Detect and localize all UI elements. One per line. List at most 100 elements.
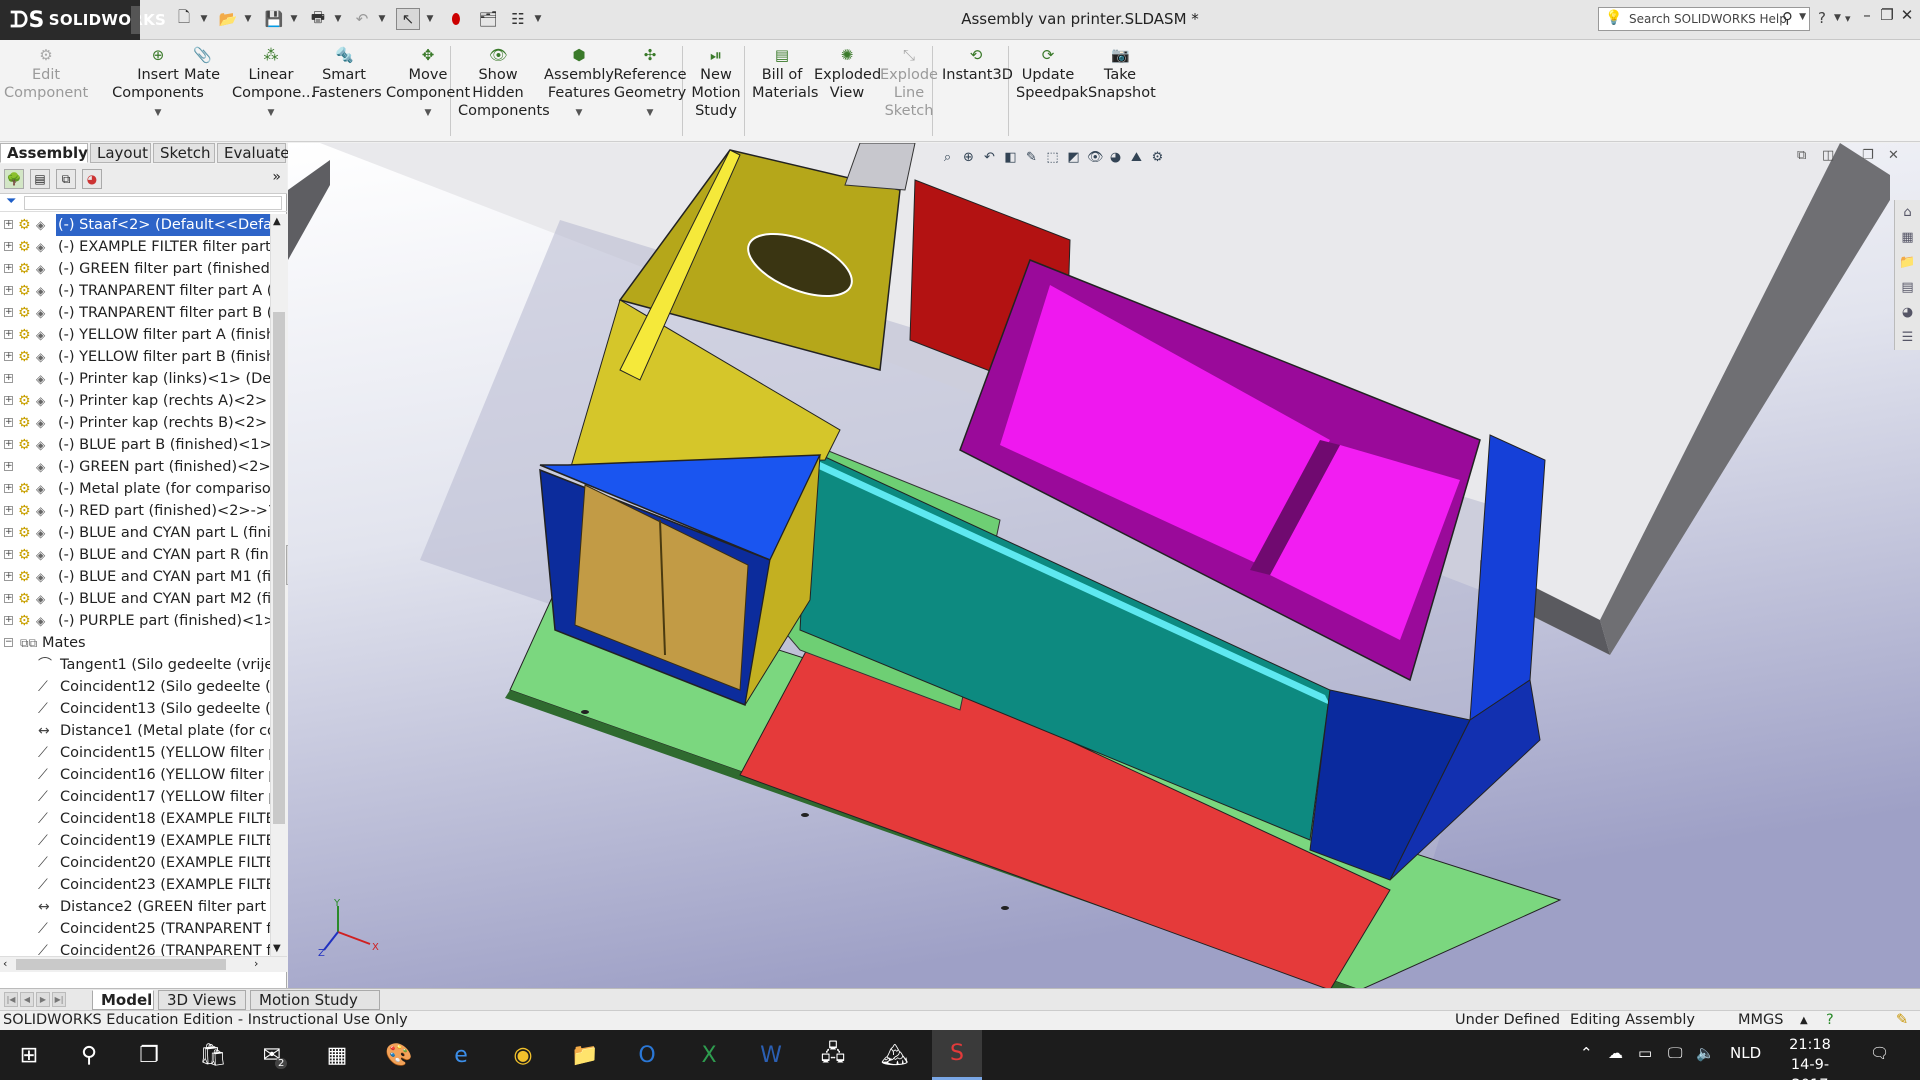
action-center-icon[interactable]: 🗨 (1870, 1044, 1889, 1062)
expand-toggle-icon[interactable]: + (4, 616, 13, 625)
viewport-close-icon[interactable]: ✕ (1888, 148, 1899, 163)
close-button[interactable]: ✕ (1894, 6, 1920, 30)
apply-scene-icon[interactable]: ⛰ (1129, 150, 1144, 170)
open-dropdown-icon[interactable]: ▼ (242, 8, 254, 30)
scroll-down-icon[interactable]: ▼ (273, 943, 281, 954)
battery-icon[interactable]: ▭ (1638, 1044, 1652, 1062)
tab-evaluate[interactable]: Evaluate (217, 143, 290, 163)
network-app-icon[interactable]: 🖧 (808, 1030, 858, 1080)
paint-icon[interactable]: 🎨 (374, 1030, 424, 1080)
expand-toggle-icon[interactable]: + (4, 484, 13, 493)
expand-toggle-icon[interactable]: + (4, 352, 13, 361)
tree-mate-item[interactable]: ⟋ Coincident12 (Silo gedeelte (vri (0, 676, 270, 698)
expand-toggle-icon[interactable]: + (4, 440, 13, 449)
units-dropdown-icon[interactable]: ▲ (1800, 1011, 1808, 1030)
expand-toggle-icon[interactable]: + (4, 506, 13, 515)
filter-input[interactable] (24, 196, 282, 210)
undo-icon[interactable]: ↶ (350, 8, 374, 30)
calculator-icon[interactable]: ▦ (312, 1030, 362, 1080)
expand-toggle-icon[interactable]: + (4, 286, 13, 295)
task-view-icon[interactable]: ❐ (124, 1030, 174, 1080)
scroll-left-icon[interactable]: ‹ (3, 957, 7, 970)
tab-nav-first-icon[interactable]: |◀ (4, 992, 18, 1007)
tree-mate-item[interactable]: ⟋ Coincident17 (YELLOW filter pa (0, 786, 270, 808)
linear-compone-button[interactable]: ⁂ Linear Compone... ▼ (232, 46, 315, 122)
tree-component-item[interactable]: + ⚙ ◈ (-) BLUE and CYAN part M2 (fini (0, 588, 270, 610)
tree-component-item[interactable]: + ⚙ ◈ (-) YELLOW filter part A (finishe (0, 324, 270, 346)
help-question-icon[interactable]: ? (1818, 9, 1826, 27)
store-icon[interactable]: 🛍 (188, 1030, 238, 1080)
viewport-tile-icon[interactable]: ⧉ (1797, 148, 1806, 163)
expand-toggle-icon[interactable]: + (4, 594, 13, 603)
mate-button[interactable]: 📎 Mate (178, 46, 226, 84)
command-dropdown-icon[interactable]: ▼ (542, 104, 616, 122)
select-arrow-icon[interactable]: ↖ (396, 8, 420, 30)
save-icon[interactable]: 💾 (262, 8, 286, 30)
assembly-features-button[interactable]: ⬢ Assembly Features ▼ (542, 46, 616, 122)
tree-mate-item[interactable]: ⟋ Coincident16 (YELLOW filter pa (0, 764, 270, 786)
photos-icon[interactable]: 🏔 (870, 1030, 920, 1080)
hscroll-thumb[interactable] (16, 959, 226, 970)
search-icon[interactable]: ⚲ (64, 1030, 114, 1080)
notification-icon[interactable]: ✎ (1896, 1011, 1908, 1030)
tab-model[interactable]: Model (92, 990, 154, 1010)
expand-toggle-icon[interactable]: + (4, 264, 13, 273)
help-dropdown-icon[interactable]: ▼ (1834, 13, 1841, 23)
tree-component-item[interactable]: + ⚙ ◈ (-) BLUE and CYAN part L (finish (0, 522, 270, 544)
mail-icon[interactable]: ✉ 2 (250, 1030, 300, 1080)
tree-mate-item[interactable]: ⟋ Coincident13 (Silo gedeelte (vri (0, 698, 270, 720)
tray-expand-icon[interactable]: ⌃ (1580, 1044, 1593, 1062)
display-manager-tab-icon[interactable]: ◕ (82, 169, 102, 189)
print-dropdown-icon[interactable]: ▼ (332, 8, 344, 30)
expand-toggle-icon[interactable]: + (4, 462, 13, 471)
scroll-up-icon[interactable]: ▲ (273, 216, 281, 227)
options-icon[interactable]: ☷ (506, 8, 530, 30)
expand-toggle-icon[interactable]: + (4, 550, 13, 559)
view-orientation-icon[interactable]: ⬚ (1045, 150, 1060, 170)
tree-component-item[interactable]: + ⚙ ◈ (-) BLUE part B (finished)<1> (D (0, 434, 270, 456)
expand-toggle-icon[interactable]: + (4, 220, 13, 229)
custom-properties-icon[interactable]: ☰ (1897, 326, 1918, 350)
viewport-split-icon[interactable]: ◫ (1822, 148, 1834, 163)
tree-component-item[interactable]: + ⚙ ◈ (-) Metal plate (for comparison) (0, 478, 270, 500)
tab-nav-next-icon[interactable]: ▶ (36, 992, 50, 1007)
tree-filter[interactable]: ⏷ (0, 194, 287, 212)
command-dropdown-icon[interactable]: ▼ (610, 104, 690, 122)
tab-nav-last-icon[interactable]: ▶| (52, 992, 66, 1007)
tree-component-item[interactable]: + ⚙ ◈ (-) EXAMPLE FILTER filter part (f (0, 236, 270, 258)
windows-start-icon[interactable]: ⊞ (4, 1030, 54, 1080)
save-dropdown-icon[interactable]: ▼ (288, 8, 300, 30)
zoom-to-fit-icon[interactable]: ⌕ (940, 150, 955, 170)
editing-status[interactable]: Editing Assembly (1570, 1011, 1695, 1030)
bill-of-materials-button[interactable]: ▤ Bill of Materials (752, 46, 818, 102)
dynamic-annotation-icon[interactable]: ✎ (1024, 150, 1039, 170)
command-dropdown-icon[interactable]: ▼ (112, 104, 204, 122)
assembly-model[interactable] (288, 143, 1920, 988)
rebuild-traffic-light-icon[interactable]: ⬮ (444, 8, 468, 30)
section-view-icon[interactable]: ◧ (1003, 150, 1018, 170)
tree-mate-item[interactable]: ⟋ Coincident20 (EXAMPLE FILTER (0, 852, 270, 874)
tree-component-item[interactable]: + ⚙ ◈ (-) Printer kap (rechts B)<2> (De (0, 412, 270, 434)
tree-component-item[interactable]: + ⚙ ◈ (-) PURPLE part (finished)<1> (D (0, 610, 270, 632)
tree-component-item[interactable]: + ◈ (-) GREEN part (finished)<2> (D (0, 456, 270, 478)
tree-mate-item[interactable]: ⟋ Coincident18 (EXAMPLE FILTER (0, 808, 270, 830)
solidworks-taskbar-icon[interactable]: S (932, 1030, 982, 1080)
tree-mate-item[interactable]: ⌒ Tangent1 (Silo gedeelte (vrije R (0, 654, 270, 676)
previous-view-icon[interactable]: ↶ (982, 150, 997, 170)
tree-component-item[interactable]: + ⚙ ◈ (-) RED part (finished)<2>->? (D (0, 500, 270, 522)
edge-browser-icon[interactable]: e (436, 1030, 486, 1080)
view-settings-icon[interactable]: ⚙ (1150, 150, 1165, 170)
tree-mate-item[interactable]: ⟋ Coincident26 (TRANPARENT filt (0, 940, 270, 956)
tab-layout[interactable]: Layout (90, 143, 151, 163)
undo-dropdown-icon[interactable]: ▼ (376, 8, 388, 30)
resources-home-icon[interactable]: ⌂ (1897, 201, 1918, 225)
scroll-right-icon[interactable]: › (254, 957, 258, 970)
tree-mates-folder[interactable]: − ⧉⧉ Mates (0, 632, 270, 654)
solidworks-logo[interactable]: ᗪS SOLIDWORKS (0, 0, 166, 40)
tree-mate-item[interactable]: ↔ Distance2 (GREEN filter part (fir (0, 896, 270, 918)
appearances-icon[interactable]: ◕ (1897, 301, 1918, 325)
scroll-thumb[interactable] (273, 312, 285, 824)
expand-toggle-icon[interactable]: + (4, 308, 13, 317)
update-speedpak-button[interactable]: ⟳ Update Speedpak (1016, 46, 1088, 102)
tree-mate-item[interactable]: ⟋ Coincident23 (EXAMPLE FILTER (0, 874, 270, 896)
